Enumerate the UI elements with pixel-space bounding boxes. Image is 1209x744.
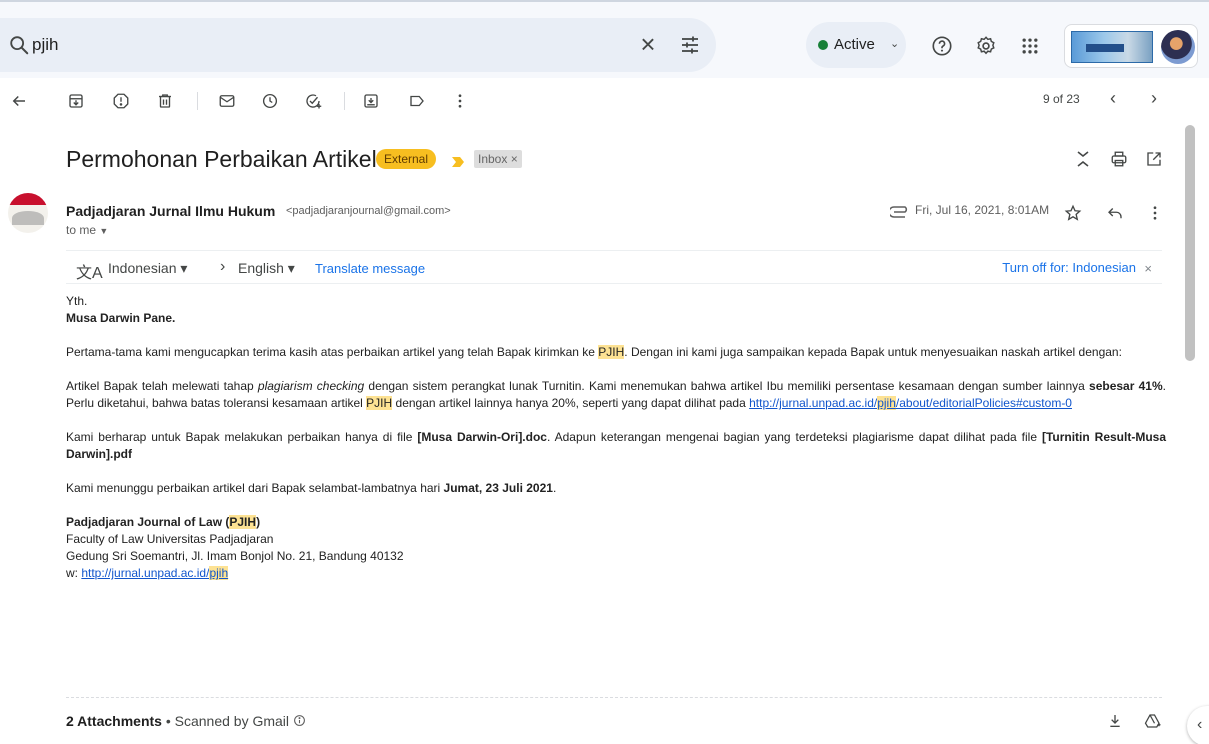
turn-off-translate-link[interactable]: Turn off for: Indonesian	[1002, 260, 1136, 275]
message-date: Fri, Jul 16, 2021, 8:01AM	[915, 203, 1050, 217]
snooze-icon[interactable]	[259, 90, 281, 112]
attachment-icon	[888, 205, 910, 218]
attachments-count: 2 Attachments	[66, 713, 162, 729]
target-language-label: English	[238, 260, 284, 276]
source-language-label: Indonesian	[108, 260, 177, 276]
recipient-details-toggle[interactable]: to me ▼	[66, 223, 108, 237]
status-dropdown[interactable]: Active ⌄	[806, 22, 906, 68]
add-to-drive-icon[interactable]	[1142, 710, 1164, 732]
help-icon[interactable]	[930, 34, 954, 58]
search-highlight: PJIH	[598, 345, 625, 359]
message-subject: Permohonan Perbaikan Artikel	[66, 146, 377, 172]
pager-count: 9 of 23	[1043, 92, 1080, 106]
mark-unread-icon[interactable]	[216, 90, 238, 112]
status-label: Active	[834, 36, 875, 53]
chevron-left-icon: ‹	[1197, 716, 1203, 733]
target-language-select[interactable]: English ▾	[238, 260, 295, 277]
label-icon[interactable]	[406, 90, 428, 112]
editorial-policies-link[interactable]: http://jurnal.unpad.ac.id/pjih/about/edi…	[749, 396, 1072, 410]
add-task-icon[interactable]	[302, 90, 324, 112]
recipient-line: Musa Darwin Pane.	[66, 310, 1166, 327]
signature-name: Padjadjaran Journal of Law (PJIH)	[66, 515, 261, 529]
avatar[interactable]	[1161, 30, 1195, 64]
sender-email: <padjadjaranjournal@gmail.com>	[286, 205, 451, 217]
tune-icon[interactable]	[678, 33, 702, 57]
search-icon[interactable]	[8, 34, 30, 56]
more-vert-icon[interactable]	[1144, 202, 1166, 224]
account-switcher[interactable]	[1064, 24, 1198, 68]
attachments-divider	[66, 697, 1162, 698]
close-icon[interactable]: ×	[1144, 261, 1152, 276]
move-to-icon[interactable]	[360, 90, 382, 112]
source-language-select[interactable]: Indonesian ▾	[108, 260, 187, 277]
mail-view: 9 of 23 ‹ › Permohonan Perbaikan Artikel…	[0, 78, 1209, 744]
info-icon[interactable]	[293, 713, 306, 729]
org-logo	[1071, 31, 1153, 63]
caret-down-icon: ▼	[99, 226, 109, 236]
paragraph-2: Artikel Bapak telah melewati tahap plagi…	[66, 379, 1166, 410]
delete-icon[interactable]	[154, 90, 176, 112]
reply-icon[interactable]	[1104, 202, 1126, 224]
search-input[interactable]: pjih	[32, 35, 58, 55]
external-badge: External	[376, 149, 437, 169]
signature: Padjadjaran Journal of Law (PJIH) Facult…	[66, 514, 1166, 582]
paragraph-1: Pertama-tama kami mengucapkan terima kas…	[66, 345, 1122, 359]
paragraph-4: Kami menunggu perbaikan artikel dari Bap…	[66, 481, 557, 495]
download-all-icon[interactable]	[1104, 710, 1126, 732]
message-body: Yth. Musa Darwin Pane. Pertama-tama kami…	[66, 293, 1166, 582]
greeting: Yth.	[66, 294, 88, 308]
attachments-header: 2 Attachments • Scanned by Gmail	[66, 713, 306, 729]
sender-name[interactable]: Padjadjaran Jurnal Ilmu Hukum	[66, 203, 275, 219]
signature-line: Faculty of Law Universitas Padjadjaran	[66, 532, 274, 546]
scrollbar-thumb[interactable]	[1185, 125, 1195, 361]
importance-marker-icon[interactable]	[452, 154, 464, 167]
search-bar[interactable]: pjih ×	[0, 18, 716, 72]
chevron-down-icon: ⌄	[890, 38, 900, 50]
archive-icon[interactable]	[65, 90, 87, 112]
sender-avatar[interactable]	[8, 193, 48, 233]
inbox-label-chip[interactable]: Inbox ×	[474, 150, 522, 168]
open-new-window-icon[interactable]	[1143, 148, 1165, 170]
apps-grid-icon[interactable]	[1018, 34, 1042, 58]
to-me-label: to me	[66, 223, 97, 237]
translate-icon: 文A	[76, 265, 103, 282]
message-toolbar: 9 of 23 ‹ ›	[0, 78, 1209, 124]
close-icon[interactable]: ×	[636, 31, 660, 57]
chevron-right-icon[interactable]: ›	[1144, 88, 1164, 110]
search-highlight: PJIH	[366, 396, 393, 410]
status-dot	[818, 40, 828, 50]
journal-website-link[interactable]: http://jurnal.unpad.ac.id/pjih	[81, 566, 229, 580]
signature-address: Gedung Sri Soemantri, Jl. Imam Bonjol No…	[66, 549, 404, 563]
translate-message-link[interactable]: Translate message	[315, 261, 425, 276]
top-bar: pjih × Active ⌄	[0, 0, 1209, 78]
expand-all-icon[interactable]	[1072, 148, 1094, 170]
settings-icon[interactable]	[974, 34, 998, 58]
toolbar-divider	[344, 92, 345, 110]
toolbar-divider	[197, 92, 198, 110]
back-arrow-icon[interactable]	[8, 90, 30, 112]
scanned-by-gmail: • Scanned by Gmail	[161, 713, 290, 729]
arrow-right-icon: ›	[220, 258, 226, 275]
paragraph-3: Kami berharap untuk Bapak melakukan perb…	[66, 430, 1166, 461]
print-icon[interactable]	[1108, 148, 1130, 170]
translate-bar: 文A Indonesian ▾ › English ▾ Translate me…	[66, 250, 1162, 284]
report-spam-icon[interactable]	[110, 90, 132, 112]
signature-web: w: http://jurnal.unpad.ac.id/pjih	[66, 566, 229, 580]
chevron-left-icon[interactable]: ‹	[1103, 88, 1123, 110]
scrollbar[interactable]	[1183, 123, 1197, 744]
recipient-name: Musa Darwin Pane.	[66, 311, 176, 325]
more-vert-icon[interactable]	[449, 90, 471, 112]
star-icon[interactable]	[1062, 202, 1084, 224]
